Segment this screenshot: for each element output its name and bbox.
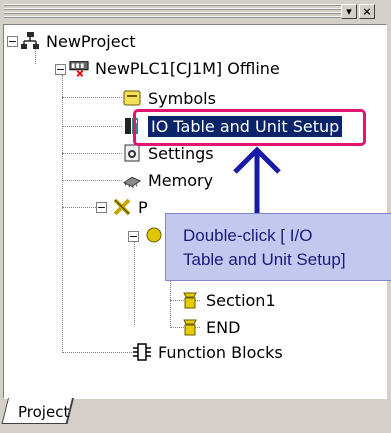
end-section-icon xyxy=(180,317,200,337)
close-icon: × xyxy=(362,5,372,18)
settings-icon xyxy=(122,143,142,163)
tree-node-memory[interactable]: Memory xyxy=(122,167,213,193)
memory-chip-icon xyxy=(122,170,142,190)
tree-node-function-blocks[interactable]: Function Blocks xyxy=(132,339,283,365)
pin-icon: ▾ xyxy=(346,5,352,18)
function-block-icon xyxy=(132,342,152,362)
callout-line-2: Table and Unit Setup] xyxy=(183,250,346,269)
tree-node-end[interactable]: END xyxy=(180,314,240,340)
tree-node-root[interactable]: NewProject xyxy=(20,28,136,54)
tree-node-plc[interactable]: NewPLC1[CJ1M] Offline xyxy=(69,55,280,81)
network-icon xyxy=(20,31,40,51)
plc-offline-icon xyxy=(69,58,89,78)
instruction-callout: Double-click [ I/O Table and Unit Setup] xyxy=(165,213,391,281)
tree-node-programs[interactable]: P xyxy=(112,194,148,220)
program-icon xyxy=(144,225,164,245)
tree-node-label: END xyxy=(206,317,241,337)
tree-node-label: P xyxy=(138,197,148,217)
tab-bar: Project xyxy=(0,398,391,433)
dropdown-button[interactable]: ▾ xyxy=(341,4,357,19)
tab-project[interactable]: Project xyxy=(18,403,69,421)
project-tree-panel: − − − − NewProject NewPLC1[CJ1M] Offline… xyxy=(3,24,387,399)
symbols-icon xyxy=(122,88,142,108)
callout-line-1: Double-click [ I/O xyxy=(183,226,313,245)
tree-node-label: NewPLC1[CJ1M] Offline xyxy=(95,58,280,78)
close-button[interactable]: × xyxy=(359,4,375,19)
highlight-box xyxy=(133,109,366,146)
tree-node-label: NewProject xyxy=(46,31,136,51)
expander-program[interactable]: − xyxy=(128,231,139,242)
expander-root[interactable]: − xyxy=(7,36,18,47)
tree-node-label: Settings xyxy=(148,143,214,163)
tree-node-program[interactable] xyxy=(144,222,164,248)
programs-icon xyxy=(112,197,132,217)
section-icon xyxy=(180,290,200,310)
expander-programs[interactable]: − xyxy=(96,202,107,213)
expander-plc[interactable]: − xyxy=(55,64,66,75)
drag-grip[interactable] xyxy=(4,4,343,20)
tree-node-label: Memory xyxy=(148,170,214,190)
tree-node-label: Symbols xyxy=(148,88,216,108)
pane-titlebar: ▾ × xyxy=(0,0,391,24)
pointer-arrow-icon xyxy=(233,146,281,220)
tree-node-symbols[interactable]: Symbols xyxy=(122,85,216,111)
tree-node-label: Section1 xyxy=(206,290,276,310)
tree-node-section1[interactable]: Section1 xyxy=(180,287,276,313)
tree-node-label: Function Blocks xyxy=(158,342,283,362)
